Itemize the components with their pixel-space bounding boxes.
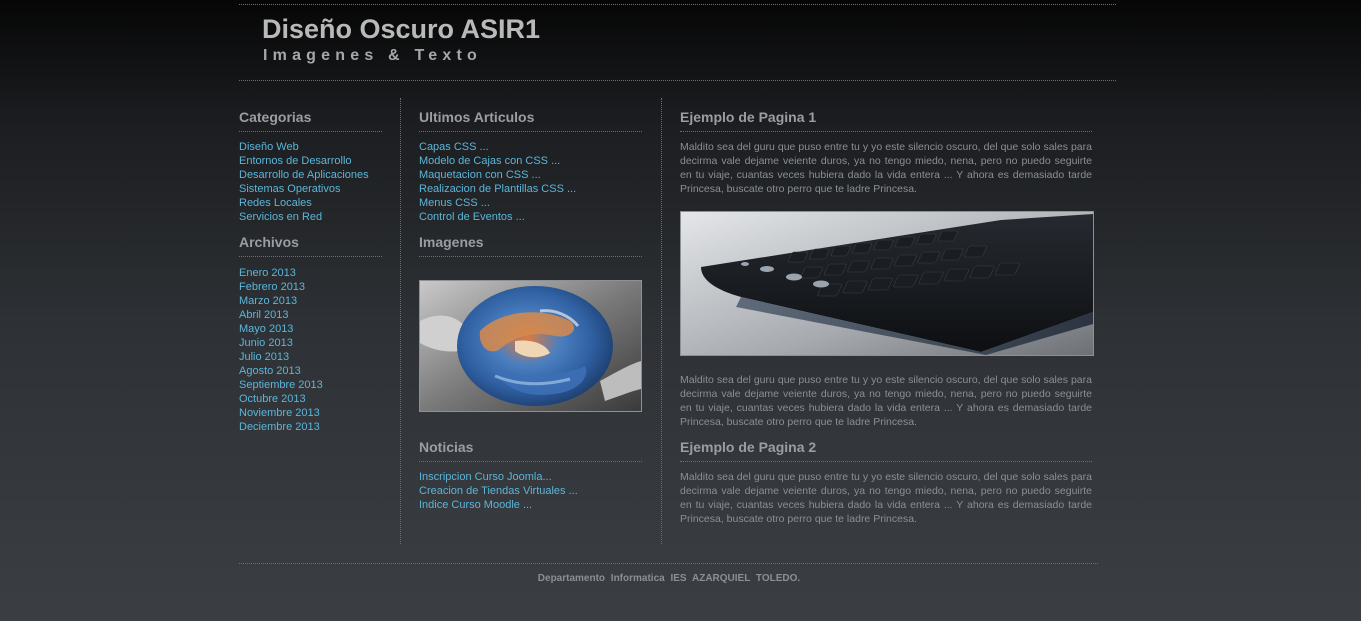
header-top-rule — [239, 4, 1116, 5]
pagina2-heading: Ejemplo de Pagina 2 — [680, 439, 817, 455]
column-divider-right — [661, 98, 662, 544]
list-item: Marzo 2013 — [239, 294, 323, 308]
list-item: Deciembre 2013 — [239, 420, 323, 434]
categorias-rule — [239, 131, 382, 132]
pagina2-rule — [680, 461, 1092, 462]
list-item: Capas CSS ... — [419, 140, 576, 154]
list-item: Modelo de Cajas con CSS ... — [419, 154, 576, 168]
keyboard-image — [680, 211, 1094, 356]
list-item: Redes Locales — [239, 196, 369, 210]
categoria-link[interactable]: Servicios en Red — [239, 211, 322, 223]
list-item: Enero 2013 — [239, 266, 323, 280]
archivos-list: Enero 2013 Febrero 2013 Marzo 2013 Abril… — [239, 266, 323, 434]
pagina1-heading: Ejemplo de Pagina 1 — [680, 109, 817, 125]
list-item: Febrero 2013 — [239, 280, 323, 294]
archivos-rule — [239, 256, 382, 257]
noticia-link[interactable]: Indice Curso Moodle ... — [419, 499, 532, 511]
list-item: Octubre 2013 — [239, 392, 323, 406]
list-item: Maquetacion con CSS ... — [419, 168, 576, 182]
categoria-link[interactable]: Desarrollo de Aplicaciones — [239, 169, 369, 181]
hands-globe-image — [419, 280, 642, 412]
archivo-link[interactable]: Octubre 2013 — [239, 393, 306, 405]
ultimos-rule — [419, 131, 642, 132]
archivo-link[interactable]: Mayo 2013 — [239, 323, 293, 335]
archivo-link[interactable]: Noviembre 2013 — [239, 407, 320, 419]
noticias-list: Inscripcion Curso Joomla... Creacion de … — [419, 470, 578, 512]
list-item: Agosto 2013 — [239, 364, 323, 378]
list-item: Desarrollo de Aplicaciones — [239, 168, 369, 182]
list-item: Junio 2013 — [239, 336, 323, 350]
articulo-link[interactable]: Menus CSS ... — [419, 197, 490, 209]
footer-text: Departamento Informatica IES AZARQUIEL T… — [537, 573, 801, 584]
column-divider-left — [400, 98, 401, 544]
categoria-link[interactable]: Sistemas Operativos — [239, 183, 340, 195]
list-item: Sistemas Operativos — [239, 182, 369, 196]
archivo-link[interactable]: Septiembre 2013 — [239, 379, 323, 391]
archivo-link[interactable]: Agosto 2013 — [239, 365, 301, 377]
list-item: Julio 2013 — [239, 350, 323, 364]
hands-globe-icon — [420, 281, 641, 411]
list-item: Menus CSS ... — [419, 196, 576, 210]
articulo-link[interactable]: Maquetacion con CSS ... — [419, 169, 541, 181]
footer-rule — [239, 563, 1098, 564]
archivo-link[interactable]: Julio 2013 — [239, 351, 289, 363]
list-item: Realizacion de Plantillas CSS ... — [419, 182, 576, 196]
list-item: Control de Eventos ... — [419, 210, 576, 224]
noticias-heading: Noticias — [419, 439, 474, 455]
pagina1-rule — [680, 131, 1092, 132]
categorias-list: Diseño Web Entornos de Desarrollo Desarr… — [239, 140, 369, 224]
list-item: Entornos de Desarrollo — [239, 154, 369, 168]
articulo-link[interactable]: Control de Eventos ... — [419, 211, 525, 223]
header-bottom-rule — [239, 80, 1116, 81]
articulo-link[interactable]: Modelo de Cajas con CSS ... — [419, 155, 560, 167]
list-item: Diseño Web — [239, 140, 369, 154]
categoria-link[interactable]: Entornos de Desarrollo — [239, 155, 352, 167]
keyboard-icon — [681, 212, 1093, 355]
list-item: Inscripcion Curso Joomla... — [419, 470, 578, 484]
archivo-link[interactable]: Febrero 2013 — [239, 281, 305, 293]
ultimos-list: Capas CSS ... Modelo de Cajas con CSS ..… — [419, 140, 576, 224]
list-item: Septiembre 2013 — [239, 378, 323, 392]
archivo-link[interactable]: Marzo 2013 — [239, 295, 297, 307]
ultimos-heading: Ultimos Articulos — [419, 109, 535, 125]
archivo-link[interactable]: Enero 2013 — [239, 267, 296, 279]
articulo-link[interactable]: Realizacion de Plantillas CSS ... — [419, 183, 576, 195]
pagina1-paragraph-bottom: Maldito sea del guru que puso entre tu y… — [680, 374, 1092, 428]
categorias-heading: Categorias — [239, 109, 312, 125]
imagenes-rule — [419, 256, 642, 257]
archivos-heading: Archivos — [239, 234, 299, 250]
list-item: Mayo 2013 — [239, 322, 323, 336]
articulo-link[interactable]: Capas CSS ... — [419, 141, 489, 153]
noticias-rule — [419, 461, 642, 462]
archivo-link[interactable]: Junio 2013 — [239, 337, 293, 349]
categoria-link[interactable]: Diseño Web — [239, 141, 299, 153]
archivo-link[interactable]: Deciembre 2013 — [239, 421, 320, 433]
imagenes-heading: Imagenes — [419, 234, 484, 250]
list-item: Noviembre 2013 — [239, 406, 323, 420]
categoria-link[interactable]: Redes Locales — [239, 197, 312, 209]
list-item: Indice Curso Moodle ... — [419, 498, 578, 512]
pagina1-paragraph-top: Maldito sea del guru que puso entre tu y… — [680, 141, 1092, 195]
site-subtitle: Imagenes & Texto — [263, 47, 482, 64]
noticia-link[interactable]: Creacion de Tiendas Virtuales ... — [419, 485, 578, 497]
list-item: Creacion de Tiendas Virtuales ... — [419, 484, 578, 498]
site-title: Diseño Oscuro ASIR1 — [262, 14, 541, 44]
list-item: Servicios en Red — [239, 210, 369, 224]
list-item: Abril 2013 — [239, 308, 323, 322]
archivo-link[interactable]: Abril 2013 — [239, 309, 289, 321]
pagina2-paragraph: Maldito sea del guru que puso entre tu y… — [680, 471, 1092, 525]
noticia-link[interactable]: Inscripcion Curso Joomla... — [419, 471, 552, 483]
